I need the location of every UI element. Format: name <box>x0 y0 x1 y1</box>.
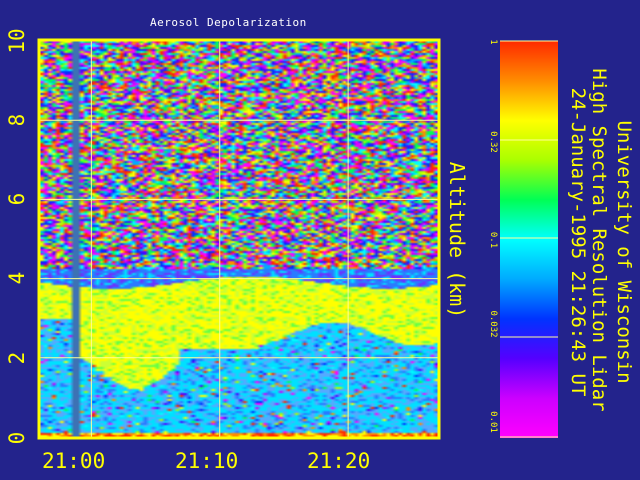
header-institution: University of Wisconsin <box>613 120 635 384</box>
chart-canvas <box>37 38 558 440</box>
colorbar-tick-label: 0.01 <box>488 411 498 433</box>
y-tick-label: 6 <box>5 192 29 206</box>
heatmap-raster <box>40 41 438 437</box>
y-tick-label: 10 <box>5 28 29 54</box>
y-axis-label: Altitude (km) <box>445 161 469 319</box>
y-tick-label: 0 <box>5 431 29 445</box>
x-tick-label: 21:00 <box>42 449 106 473</box>
colorbar-tick-label: 0.032 <box>488 310 498 338</box>
header-instrument: High Spectral Resolution Lidar <box>588 68 610 412</box>
colorbar-tick-label: 0.1 <box>488 231 498 249</box>
chart-title: Aerosol Depolarization <box>150 16 307 29</box>
x-tick-label: 21:10 <box>175 449 239 473</box>
colorbar-gradient <box>500 41 558 438</box>
header-timestamp: 24-January-1995 21:26:43 UT <box>567 87 589 397</box>
x-tick-label: 21:20 <box>307 449 371 473</box>
y-tick-label: 8 <box>5 113 29 127</box>
colorbar <box>500 40 558 438</box>
colorbar-tick-label: 1 <box>488 39 498 45</box>
y-tick-label: 4 <box>5 271 29 285</box>
depolarization-heatmap <box>40 41 438 437</box>
colorbar-tick-label: 0.32 <box>488 131 498 153</box>
y-tick-label: 2 <box>5 351 29 365</box>
